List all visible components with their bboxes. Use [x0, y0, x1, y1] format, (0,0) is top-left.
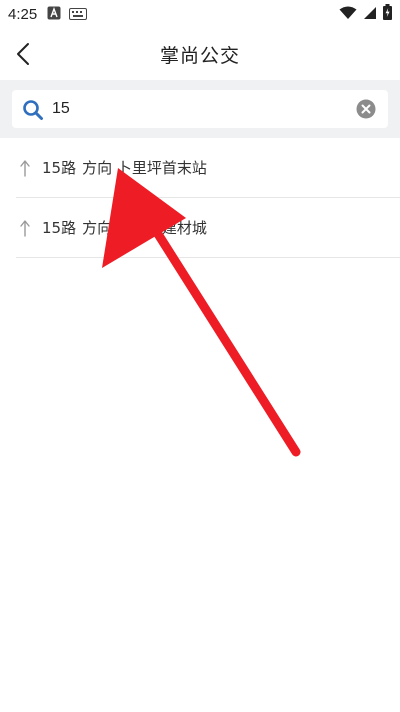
route-number: 15路: [42, 219, 77, 237]
route-number: 15路: [42, 159, 77, 177]
search-box[interactable]: [12, 90, 388, 128]
direction-label: 方向: [82, 219, 113, 237]
result-text: 15路 方向 卜里坪首末站: [42, 157, 207, 178]
screen: 4:25 掌尚公交 15 15路 方向 卜里坪首末站 15路 方向 大屯电建材城: [0, 0, 400, 712]
keyboard-icon: [69, 5, 88, 24]
clear-icon[interactable]: [356, 99, 376, 119]
chevron-left-icon: [17, 43, 29, 65]
direction-label: 方向: [82, 159, 113, 177]
status-icons-right: [339, 4, 392, 24]
search-input[interactable]: [52, 96, 342, 122]
search-icon: [23, 100, 43, 120]
status-icons-left: [47, 5, 88, 24]
result-text: 15路 方向 大屯电建材城: [42, 217, 207, 238]
route-arrow-icon: [20, 159, 30, 177]
route-arrow-icon: [20, 219, 30, 237]
wifi-icon: [339, 5, 357, 24]
destination: 大屯电建材城: [116, 219, 207, 237]
search-area: [0, 80, 400, 138]
battery-charging-icon: [383, 4, 392, 24]
status-bar: 4:25: [0, 0, 400, 28]
destination: 卜里坪首末站: [116, 159, 207, 177]
results-list: 15路 方向 卜里坪首末站 15路 方向 大屯电建材城: [16, 138, 400, 258]
app-a-icon: [47, 5, 61, 24]
page-title: 掌尚公交: [159, 44, 240, 67]
status-time: 4:25: [8, 5, 38, 23]
list-item[interactable]: 15路 方向 卜里坪首末站: [16, 138, 400, 198]
signal-icon: [363, 5, 377, 24]
back-button[interactable]: [8, 38, 38, 70]
app-bar: 掌尚公交: [0, 28, 400, 80]
list-item[interactable]: 15路 方向 大屯电建材城: [16, 198, 400, 258]
